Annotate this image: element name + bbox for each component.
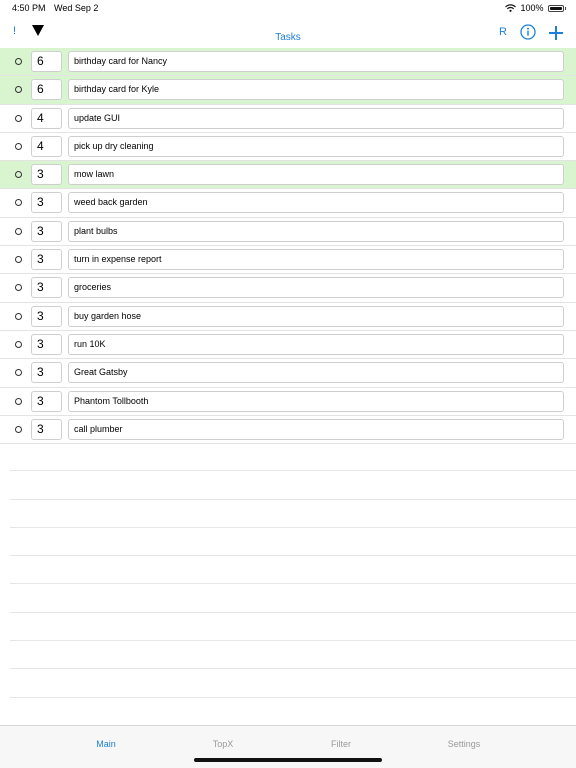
battery-icon bbox=[547, 4, 564, 12]
complete-radio-button[interactable] bbox=[15, 256, 22, 264]
task-title-field[interactable]: call plumber bbox=[68, 418, 564, 440]
priority-field[interactable]: 3 bbox=[31, 192, 62, 214]
status-bar: 4:50 PM Wed Sep 2 100% bbox=[0, 0, 576, 16]
task-title-field[interactable]: birthday card for Nancy bbox=[68, 51, 564, 72]
empty-row bbox=[10, 556, 576, 585]
priority-field[interactable]: 4 bbox=[31, 107, 62, 129]
task-title-field[interactable]: Great Gatsby bbox=[68, 362, 564, 384]
complete-radio-button[interactable] bbox=[15, 369, 22, 377]
task-title-field[interactable]: birthday card for Kyle bbox=[68, 79, 564, 101]
priority-field[interactable]: 4 bbox=[31, 135, 62, 157]
page-title: Tasks bbox=[275, 32, 301, 43]
task-title-field[interactable]: groceries bbox=[68, 277, 564, 299]
task-list: 6 birthday card for Nancy 6 birthday card f… bbox=[0, 48, 576, 445]
priority-field[interactable]: 3 bbox=[31, 418, 62, 440]
status-right: 100% bbox=[505, 0, 566, 16]
complete-radio-button[interactable] bbox=[15, 425, 22, 433]
tab-main[interactable]: Main bbox=[96, 739, 116, 749]
priority-field[interactable]: 3 bbox=[31, 220, 62, 242]
task-row[interactable]: 3 weed back garden bbox=[0, 189, 576, 218]
complete-radio-button[interactable] bbox=[15, 312, 22, 320]
priority-field[interactable]: 3 bbox=[31, 249, 62, 271]
complete-radio-button[interactable] bbox=[15, 199, 22, 207]
task-row[interactable]: 3 turn in expense report bbox=[0, 246, 576, 275]
complete-radio-button[interactable] bbox=[15, 171, 22, 179]
task-row[interactable]: 3 call plumber bbox=[0, 416, 576, 445]
complete-radio-button[interactable] bbox=[15, 142, 22, 150]
task-row[interactable]: 6 birthday card for Nancy bbox=[0, 48, 576, 77]
task-row[interactable]: 3 groceries bbox=[0, 274, 576, 303]
task-row[interactable]: 3 Great Gatsby bbox=[0, 359, 576, 388]
task-title-field[interactable]: Phantom Tollbooth bbox=[68, 390, 564, 412]
empty-row bbox=[10, 443, 576, 472]
empty-row bbox=[10, 471, 576, 500]
task-row[interactable]: 3 Phantom Tollbooth bbox=[0, 388, 576, 416]
complete-radio-button[interactable] bbox=[15, 340, 22, 348]
task-title-field[interactable]: update GUI bbox=[68, 107, 564, 129]
home-indicator bbox=[194, 758, 382, 762]
complete-radio-button[interactable] bbox=[15, 58, 22, 65]
task-title-field[interactable]: turn in expense report bbox=[68, 249, 564, 271]
battery-percent: 100% bbox=[520, 3, 544, 13]
tab-settings[interactable]: Settings bbox=[448, 739, 481, 749]
priority-field[interactable]: 3 bbox=[31, 277, 62, 299]
complete-radio-button[interactable] bbox=[15, 114, 22, 122]
task-title-field[interactable]: weed back garden bbox=[68, 192, 564, 214]
task-row[interactable]: 3 run 10K bbox=[0, 331, 576, 360]
complete-radio-button[interactable] bbox=[15, 227, 22, 235]
empty-row bbox=[10, 613, 576, 642]
task-title-field[interactable]: plant bulbs bbox=[68, 220, 564, 242]
status-time: 4:50 PM bbox=[12, 3, 46, 13]
priority-field[interactable]: 3 bbox=[31, 390, 62, 412]
priority-field[interactable]: 3 bbox=[31, 305, 62, 327]
plus-icon[interactable] bbox=[548, 25, 564, 41]
task-title-field[interactable]: mow lawn bbox=[68, 164, 564, 186]
tab-topx[interactable]: TopX bbox=[213, 739, 234, 749]
priority-field[interactable]: 3 bbox=[31, 362, 62, 384]
task-row[interactable]: 3 buy garden hose bbox=[0, 303, 576, 331]
wifi-icon bbox=[505, 4, 517, 12]
task-row[interactable]: 4 pick up dry cleaning bbox=[0, 133, 576, 162]
status-date: Wed Sep 2 bbox=[54, 3, 99, 13]
empty-row bbox=[10, 584, 576, 613]
task-row[interactable]: 6 birthday card for Kyle bbox=[0, 76, 576, 105]
task-title-field[interactable]: pick up dry cleaning bbox=[68, 135, 564, 157]
r-button[interactable]: R bbox=[499, 26, 507, 38]
complete-radio-button[interactable] bbox=[15, 86, 22, 94]
empty-row bbox=[10, 641, 576, 670]
empty-list-area bbox=[10, 443, 576, 698]
task-row[interactable]: 4 update GUI bbox=[0, 105, 576, 133]
battery-tip bbox=[564, 6, 566, 10]
task-row[interactable]: 3 plant bulbs bbox=[0, 218, 576, 247]
priority-field[interactable]: 6 bbox=[31, 51, 62, 72]
task-title-field[interactable]: buy garden hose bbox=[68, 305, 564, 327]
empty-row bbox=[10, 669, 576, 698]
task-title-field[interactable]: run 10K bbox=[68, 333, 564, 355]
priority-field[interactable]: 3 bbox=[31, 333, 62, 355]
priority-field[interactable]: 3 bbox=[31, 164, 62, 186]
tab-filter[interactable]: Filter bbox=[331, 739, 351, 749]
nav-bar: ! Tasks R bbox=[0, 16, 576, 48]
info-icon[interactable] bbox=[520, 24, 536, 40]
empty-row bbox=[10, 500, 576, 528]
priority-field[interactable]: 6 bbox=[31, 79, 62, 101]
complete-radio-button[interactable] bbox=[15, 397, 22, 405]
complete-radio-button[interactable] bbox=[15, 284, 22, 292]
status-left: 4:50 PM Wed Sep 2 bbox=[12, 0, 98, 16]
task-row[interactable]: 3 mow lawn bbox=[0, 161, 576, 190]
empty-row bbox=[10, 528, 576, 557]
